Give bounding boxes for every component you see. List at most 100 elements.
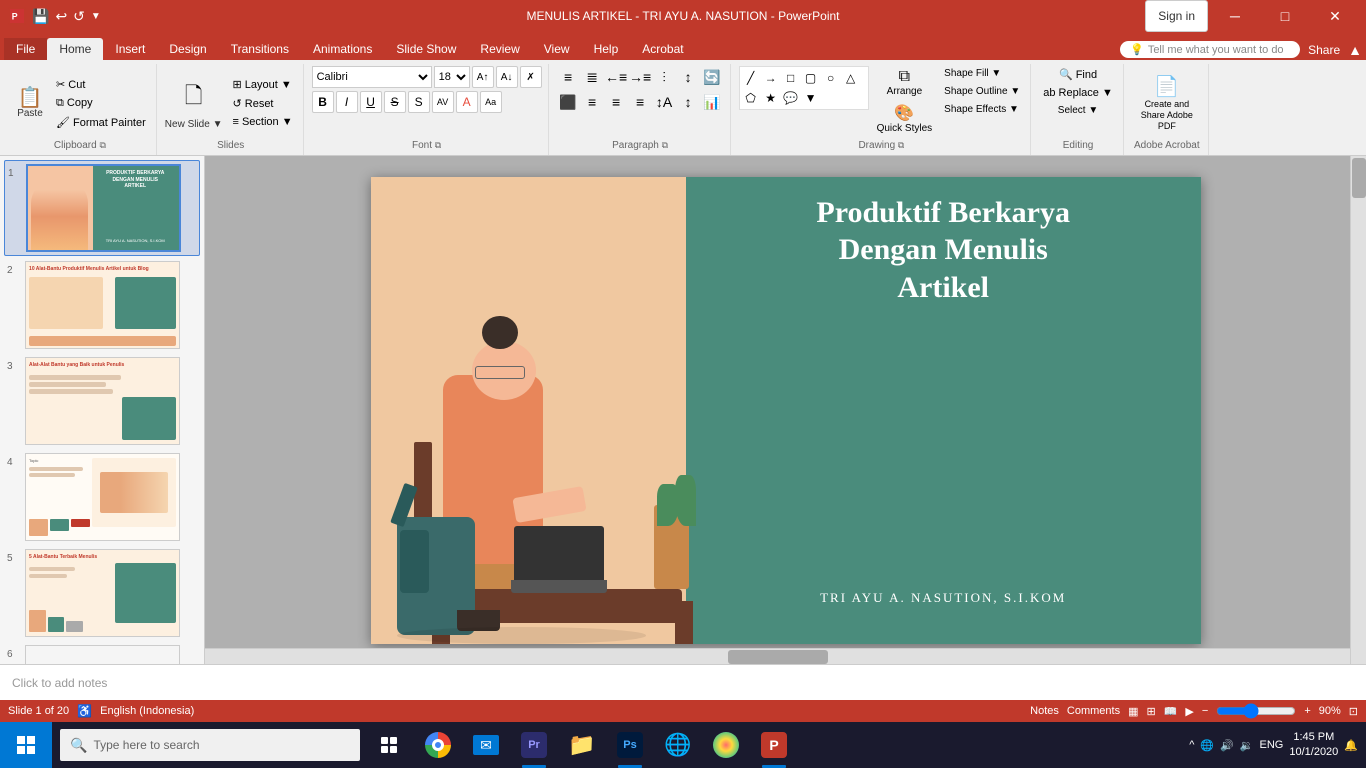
shape-star[interactable]: ★: [762, 89, 780, 107]
font-spacing-button[interactable]: AV: [432, 91, 454, 113]
shape-arrow[interactable]: →: [762, 69, 780, 87]
taskbar-paint[interactable]: [704, 722, 748, 768]
section-button[interactable]: ≡ Section ▼: [228, 114, 296, 130]
start-button[interactable]: [0, 722, 52, 768]
slideshow-button[interactable]: ▶: [1185, 705, 1193, 718]
slide-thumb-6[interactable]: 6 Section: [4, 642, 200, 664]
clock[interactable]: 1:45 PM 10/1/2020: [1289, 730, 1338, 761]
quick-styles-button[interactable]: 🎨 Quick Styles: [873, 101, 937, 136]
cut-button[interactable]: ✂ Cut: [52, 76, 150, 93]
language-icon[interactable]: ENG: [1260, 739, 1284, 751]
shape-callout[interactable]: 💬: [782, 89, 800, 107]
replace-button[interactable]: ab Replace ▼: [1039, 85, 1117, 101]
shape-rect[interactable]: □: [782, 69, 800, 87]
font-family-select[interactable]: Calibri: [312, 66, 432, 88]
shape-rounded-rect[interactable]: ▢: [802, 69, 820, 87]
smartart-button[interactable]: 📊: [701, 91, 723, 113]
undo-button[interactable]: ↩: [55, 8, 67, 25]
align-center-button[interactable]: ≡: [581, 91, 603, 113]
slide-canvas[interactable]: Produktif Berkaryadengan MenulisArtikel …: [371, 177, 1201, 644]
taskbar-photoshop[interactable]: Ps: [608, 722, 652, 768]
comments-button[interactable]: Comments: [1067, 705, 1120, 717]
shape-circle[interactable]: ○: [822, 69, 840, 87]
tab-review[interactable]: Review: [468, 38, 531, 60]
minimize-button[interactable]: ─: [1212, 0, 1258, 32]
accessibility-icon[interactable]: ♿: [77, 704, 92, 718]
font-color-button[interactable]: A: [456, 91, 478, 113]
taskbar-powerpoint[interactable]: P: [752, 722, 796, 768]
bullet-list-button[interactable]: ≡: [557, 66, 579, 88]
taskbar-files[interactable]: 📁: [560, 722, 604, 768]
close-button[interactable]: ✕: [1312, 0, 1358, 32]
notes-area[interactable]: Click to add notes: [0, 664, 1366, 700]
shape-line[interactable]: ╱: [742, 69, 760, 87]
text-direction-button[interactable]: ↕A: [653, 91, 675, 113]
tab-transitions[interactable]: Transitions: [219, 38, 301, 60]
align-left-button[interactable]: ⬛: [557, 91, 579, 113]
shape-effects-button[interactable]: Shape Effects ▼: [940, 102, 1024, 117]
taskbar-premiere[interactable]: Pr: [512, 722, 556, 768]
collapse-ribbon-button[interactable]: ▲: [1348, 42, 1362, 58]
volume-icon[interactable]: 🔊: [1220, 739, 1234, 752]
horizontal-scrollbar[interactable]: [205, 648, 1350, 664]
decrease-font-button[interactable]: A↓: [496, 66, 518, 88]
taskbar-search[interactable]: 🔍 Type here to search: [60, 729, 360, 761]
language-label[interactable]: English (Indonesia): [100, 705, 194, 717]
redo-button[interactable]: ↺: [73, 8, 85, 25]
underline-button[interactable]: U: [360, 91, 382, 113]
find-button[interactable]: 🔍 Find: [1055, 66, 1101, 83]
speakers-icon[interactable]: 🔉: [1240, 739, 1254, 752]
increase-indent-button[interactable]: →≡: [629, 66, 651, 88]
slide-thumb-4[interactable]: 4 Topic: [4, 450, 200, 544]
zoom-in-button[interactable]: +: [1304, 705, 1310, 717]
shapes-more[interactable]: ▼: [802, 89, 820, 107]
tab-insert[interactable]: Insert: [103, 38, 157, 60]
quick-access-dropdown[interactable]: ▼: [91, 11, 101, 22]
vertical-scrollbar[interactable]: [1350, 156, 1366, 664]
shape-triangle[interactable]: △: [842, 69, 860, 87]
columns-button[interactable]: ⫶: [653, 66, 675, 88]
fit-slide-button[interactable]: ⊡: [1349, 705, 1358, 718]
notes-button[interactable]: Notes: [1030, 705, 1059, 717]
shape-pentagon[interactable]: ⬠: [742, 89, 760, 107]
layout-button[interactable]: ⊞ Layout ▼: [228, 76, 296, 93]
strikethrough-button[interactable]: S: [384, 91, 406, 113]
select-button[interactable]: Select ▼: [1054, 103, 1102, 118]
tab-help[interactable]: Help: [582, 38, 631, 60]
tray-up-arrow[interactable]: ^: [1189, 739, 1194, 751]
taskbar-chrome[interactable]: [416, 722, 460, 768]
slide-thumb-1[interactable]: 1 PRODUKTIF BERKARYADENGAN MENULISARTIKE…: [4, 160, 200, 256]
tell-me-box[interactable]: 💡 Tell me what you want to do: [1120, 41, 1300, 58]
reading-view-button[interactable]: 📖: [1164, 705, 1178, 718]
copy-button[interactable]: ⧉ Copy: [52, 95, 150, 112]
slide-thumb-3[interactable]: 3 Alat-Alat Bantu yang Baik untuk Penuli…: [4, 354, 200, 448]
convert-smartart-button[interactable]: 🔄: [701, 66, 723, 88]
tab-file[interactable]: File: [4, 38, 47, 60]
tab-home[interactable]: Home: [47, 38, 103, 60]
bold-button[interactable]: B: [312, 91, 334, 113]
tab-slideshow[interactable]: Slide Show: [384, 38, 468, 60]
slide-thumb-5[interactable]: 5 5 Alat-Bantu Terbaik Menulis: [4, 546, 200, 640]
reset-button[interactable]: ↺ Reset: [228, 95, 296, 112]
zoom-slider[interactable]: [1216, 703, 1296, 719]
decrease-indent-button[interactable]: ←≡: [605, 66, 627, 88]
slide-thumb-2[interactable]: 2 10 Alat-Bantu Produktif Menulis Artike…: [4, 258, 200, 352]
increase-font-button[interactable]: A↑: [472, 66, 494, 88]
align-right-button[interactable]: ≡: [605, 91, 627, 113]
maximize-button[interactable]: □: [1262, 0, 1308, 32]
font-size-select[interactable]: 18: [434, 66, 470, 88]
taskbar-globe[interactable]: 🌐: [656, 722, 700, 768]
align-text-button[interactable]: ↕: [677, 91, 699, 113]
share-button[interactable]: Share: [1308, 43, 1340, 57]
create-pdf-button[interactable]: 📄 Create and Share Adobe PDF: [1132, 72, 1202, 133]
zoom-level[interactable]: 90%: [1319, 705, 1341, 717]
slide-sorter-button[interactable]: ⊞: [1146, 705, 1155, 718]
format-painter-button[interactable]: 🖌 Format Painter: [52, 114, 150, 131]
italic-button[interactable]: I: [336, 91, 358, 113]
shadow-button[interactable]: S: [408, 91, 430, 113]
arrange-button[interactable]: ⧉ Arrange: [873, 66, 937, 99]
taskbar-mail[interactable]: ✉: [464, 722, 508, 768]
normal-view-button[interactable]: ▦: [1128, 705, 1138, 718]
font-case-button[interactable]: Aa: [480, 91, 502, 113]
save-button[interactable]: 💾: [32, 8, 49, 25]
